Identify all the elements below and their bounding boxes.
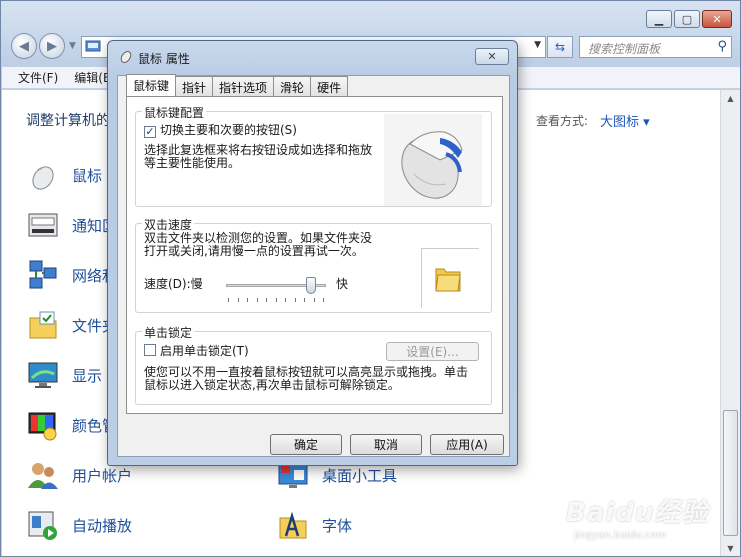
button-config-group: 鼠标键配置 ✓ 切换主要和次要的按钮(S) 选择此复选框来将右按钮设成如选择和拖放… — [135, 104, 492, 207]
cp-item-label: 桌面小工具 — [322, 466, 398, 485]
cp-item-label: 自动播放 — [72, 516, 133, 535]
view-by-dropdown[interactable]: 大图标 ▾ — [600, 111, 650, 130]
tab-strip: 鼠标键 指针 指针选项 滑轮 硬件 — [126, 74, 349, 96]
description-line: 打开或关闭,请用慢一点的设置再试一次。 — [144, 244, 364, 258]
navigation-buttons: ◀ ▶ ▼ — [11, 33, 80, 59]
dialog-close-button[interactable]: ✕ — [475, 48, 509, 65]
checkbox-unchecked-icon[interactable] — [144, 344, 156, 356]
cp-item-fonts[interactable]: 字体 — [276, 508, 352, 542]
slider-tick — [256, 298, 258, 302]
fonts-icon — [279, 511, 307, 539]
cp-item-label: 显示 — [72, 366, 103, 385]
description-line: 等主要性能使用。 — [144, 156, 241, 170]
search-icon[interactable]: ⚲ — [717, 39, 727, 54]
cp-item-display[interactable]: 显示 — [26, 358, 102, 392]
search-input[interactable]: 搜索控制面板 ⚲ — [579, 36, 732, 58]
slider-tick — [323, 298, 324, 302]
network-icon — [29, 260, 57, 289]
cancel-button[interactable]: 取消 — [350, 434, 422, 455]
slider-tick — [275, 298, 277, 302]
test-folder-icon[interactable] — [434, 263, 462, 293]
cp-item-label: 鼠标 — [72, 166, 103, 185]
cp-item-autoplay[interactable]: 自动播放 — [26, 508, 132, 542]
color-management-icon — [28, 412, 57, 441]
forward-button[interactable]: ▶ — [39, 33, 65, 59]
switch-buttons-checkbox[interactable]: ✓ 切换主要和次要的按钮(S) — [144, 124, 297, 138]
speed-slow-label: 速度(D):慢 — [144, 277, 203, 291]
dialog-body: 鼠标键 指针 指针选项 滑轮 硬件 鼠标键配置 ✓ 切换主要和次要的按钮(S) 选… — [117, 74, 510, 457]
slider-tick — [266, 298, 267, 302]
minimize-icon: ▁ — [654, 12, 664, 26]
close-icon: ✕ — [487, 50, 497, 63]
close-window-button[interactable]: ✕ — [702, 10, 732, 28]
mouse-icon — [32, 166, 54, 190]
window-controls: ▁ ▢ ✕ — [646, 10, 732, 28]
cp-item-mouse[interactable]: 鼠标 — [26, 158, 102, 192]
menu-file[interactable]: 文件(F) — [18, 69, 58, 86]
checkbox-label: 切换主要和次要的按钮(S) — [160, 123, 297, 137]
scroll-up-icon[interactable]: ▲ — [721, 90, 740, 106]
checkbox-checked-icon[interactable]: ✓ — [144, 126, 156, 138]
close-icon: ✕ — [712, 12, 722, 26]
button-config-description: 选择此复选框来将右按钮设成如选择和拖放 等主要性能使用。 — [144, 144, 372, 170]
double-click-speed-group: 双击速度 双击文件夹以检测您的设置。如果文件夹没 打开或关闭,请用慢一点的设置再… — [135, 216, 492, 313]
maximize-button[interactable]: ▢ — [674, 10, 700, 28]
address-dropdown-icon[interactable]: ▼ — [534, 40, 541, 50]
watermark-text: Baidu经验 — [566, 498, 709, 528]
baidu-watermark: Baidu经验 jingyan.baidu.com — [560, 470, 730, 550]
user-accounts-icon — [28, 463, 58, 489]
tab-buttons[interactable]: 鼠标键 — [126, 74, 177, 96]
cp-item-label: 字体 — [322, 516, 353, 535]
tab-pointers[interactable]: 指针 — [175, 76, 214, 96]
click-lock-checkbox[interactable]: 启用单击锁定(T) — [144, 344, 249, 358]
slider-tick — [294, 298, 296, 302]
back-button[interactable]: ◀ — [11, 33, 37, 59]
dialog-title: 鼠标 属性 — [138, 52, 190, 66]
description-line: 鼠标以进入锁定状态,再次单击鼠标可解除锁定。 — [144, 378, 400, 392]
tab-hardware[interactable]: 硬件 — [310, 76, 349, 96]
display-icon — [28, 362, 58, 388]
forward-arrow-icon: ▶ — [47, 38, 57, 54]
notification-area-icon — [28, 213, 58, 237]
folder-options-icon — [29, 311, 57, 339]
checkbox-label: 启用单击锁定(T) — [160, 344, 249, 358]
click-lock-group: 单击锁定 启用单击锁定(T) 设置(E)... 使您可以不用一直按着鼠标按钮就可… — [135, 324, 492, 405]
slider-tick — [237, 298, 239, 302]
back-arrow-icon: ◀ — [19, 38, 29, 54]
mouse-illustration-icon — [384, 114, 482, 206]
watermark-url: jingyan.baidu.com — [574, 530, 667, 541]
buttons-tab-panel: 鼠标键配置 ✓ 切换主要和次要的按钮(S) 选择此复选框来将右按钮设成如选择和拖放… — [126, 96, 503, 414]
slider-ticks — [228, 298, 324, 302]
view-by-label: 查看方式: — [536, 114, 589, 128]
minimize-button[interactable]: ▁ — [646, 10, 672, 28]
maximize-icon: ▢ — [681, 12, 693, 26]
tab-wheel[interactable]: 滑轮 — [273, 76, 312, 96]
mouse-title-icon — [120, 51, 132, 63]
click-lock-description: 使您可以不用一直按着鼠标按钮就可以高亮显示或拖拽。单击 鼠标以进入锁定状态,再次… — [144, 366, 468, 392]
slider-tick — [247, 298, 248, 302]
group-title: 鼠标键配置 — [142, 104, 207, 121]
cp-item-label: 用户帐户 — [72, 466, 133, 485]
double-click-speed-slider[interactable] — [306, 277, 316, 294]
slider-tick — [285, 298, 286, 302]
autoplay-icon — [28, 511, 57, 540]
test-folder-area[interactable] — [421, 248, 479, 308]
tab-pointer-options[interactable]: 指针选项 — [212, 76, 275, 96]
search-placeholder: 搜索控制面板 — [588, 42, 661, 56]
slider-tick — [313, 298, 315, 302]
refresh-button[interactable]: ⇆ — [547, 36, 573, 58]
group-title: 单击锁定 — [142, 324, 195, 341]
refresh-icon: ⇆ — [554, 40, 566, 54]
history-dropdown-icon[interactable]: ▼ — [69, 41, 76, 51]
slider-tick — [228, 298, 229, 302]
speed-fast-label: 快 — [336, 277, 349, 291]
control-panel-icon — [85, 40, 101, 52]
mouse-properties-dialog: 鼠标 属性 ✕ 鼠标键 指针 指针选项 滑轮 硬件 鼠标键配置 ✓ 切换主要和次要… — [107, 40, 518, 466]
ok-button[interactable]: 确定 — [270, 434, 342, 455]
apply-button[interactable]: 应用(A) — [430, 434, 504, 455]
double-click-description: 双击文件夹以检测您的设置。如果文件夹没 打开或关闭,请用慢一点的设置再试一次。 — [144, 232, 372, 258]
click-lock-settings-button[interactable]: 设置(E)... — [386, 342, 479, 361]
slider-tick — [304, 298, 305, 302]
